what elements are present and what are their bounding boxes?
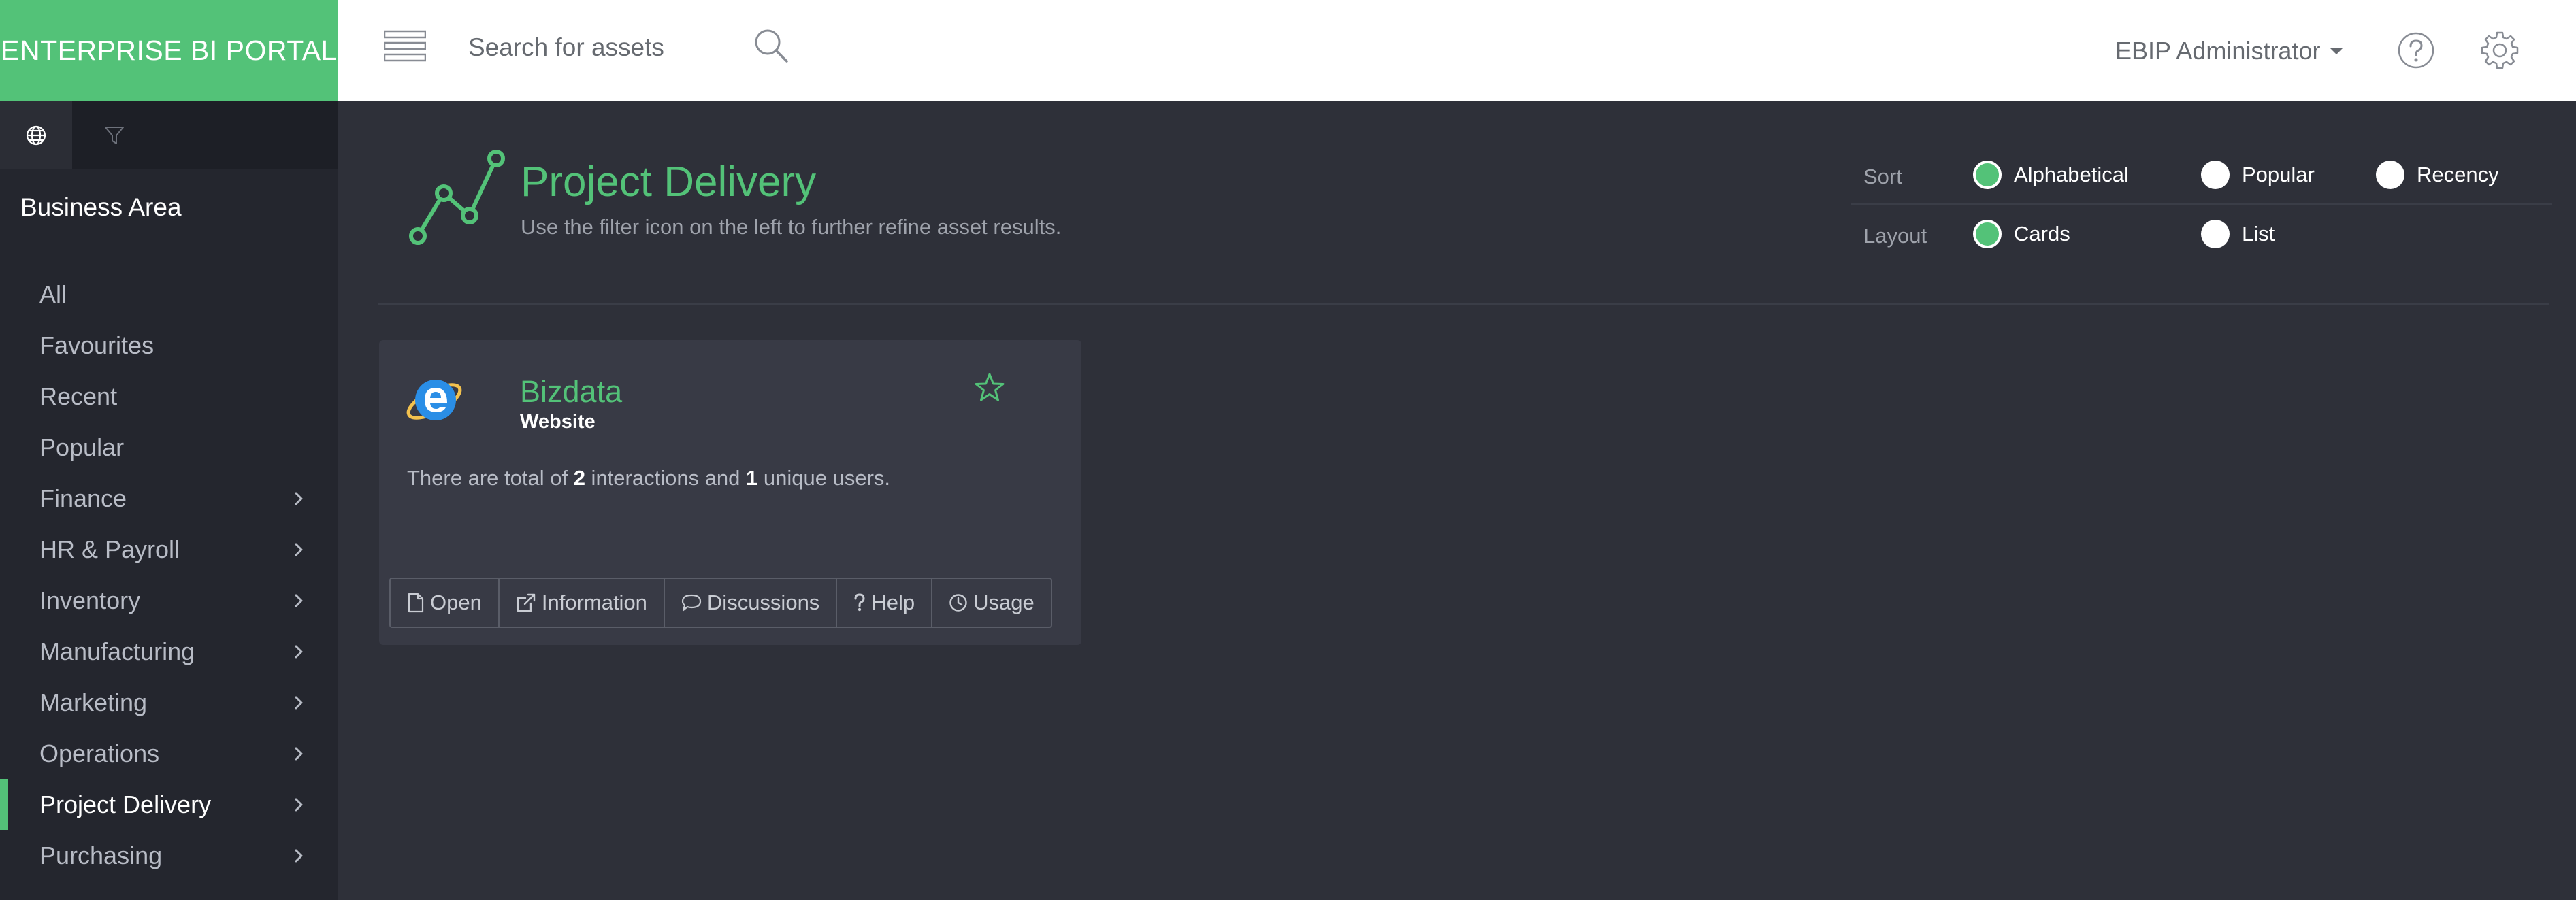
asset-actions: Open Information Discussions Help Usage [389, 578, 1052, 628]
chevron-right-icon [295, 696, 303, 710]
question-icon [854, 593, 865, 612]
radio-dot [2201, 161, 2230, 189]
chevron-right-icon [295, 543, 303, 556]
asset-type: Website [520, 411, 596, 433]
user-menu[interactable]: EBIP Administrator [2115, 34, 2344, 68]
asset-stats: There are total of 2 interactions and 1 … [407, 466, 890, 490]
help-icon[interactable] [2397, 31, 2435, 69]
radio-label: Recency [2417, 163, 2499, 186]
stats-prefix: There are total of [407, 466, 574, 490]
globe-icon[interactable] [0, 101, 72, 169]
sidebar: Business Area All Favourites Recent Popular… [0, 101, 338, 900]
sidebar-item-purchasing[interactable]: Purchasing [0, 830, 338, 881]
asset-card: Bizdata Website There are total of 2 int… [379, 340, 1081, 645]
information-label: Information [541, 590, 647, 614]
sidebar-item-label: Recent [39, 382, 118, 410]
radio-label: Cards [2014, 222, 2070, 246]
sidebar-item-manufacturing[interactable]: Manufacturing [0, 626, 338, 677]
sidebar-item-marketing[interactable]: Marketing [0, 677, 338, 728]
line-chart-icon [406, 146, 508, 248]
top-bar: ENTERPRISE BI PORTAL EBIP Administrator [0, 0, 2576, 101]
information-button[interactable]: Information [500, 579, 665, 627]
open-label: Open [430, 590, 482, 614]
interaction-count: 2 [573, 466, 585, 490]
filter-icon[interactable] [72, 101, 157, 169]
usage-button[interactable]: Usage [932, 579, 1051, 627]
page-subtitle: Use the filter icon on the left to furth… [521, 215, 1062, 239]
layout-label: Layout [1863, 224, 1927, 248]
radio-label: List [2242, 222, 2275, 246]
search-icon[interactable] [753, 27, 789, 64]
sidebar-item-popular[interactable]: Popular [0, 422, 338, 473]
sidebar-item-project-delivery[interactable]: Project Delivery [0, 779, 338, 830]
stats-middle: interactions and [585, 466, 747, 490]
search-input[interactable] [468, 26, 727, 69]
usage-label: Usage [973, 590, 1034, 614]
sidebar-item-label: All [39, 280, 67, 308]
sidebar-item-recent[interactable]: Recent [0, 371, 338, 422]
sidebar-heading: Business Area [20, 193, 182, 221]
radio-label: Alphabetical [2014, 163, 2129, 186]
sidebar-item-favourites[interactable]: Favourites [0, 320, 338, 371]
layout-cards-radio[interactable]: Cards [1973, 218, 2070, 250]
page-title: Project Delivery [521, 159, 817, 205]
radio-dot [1973, 220, 2002, 248]
comment-icon [681, 594, 702, 612]
unique-user-count: 1 [746, 466, 758, 490]
sidebar-item-hr-and-payroll[interactable]: HR & Payroll [0, 524, 338, 575]
sidebar-item-label: Marketing [39, 688, 148, 716]
sidebar-item-label: Operations [39, 739, 160, 767]
layout-row: Layout Cards List [1851, 205, 2552, 264]
discussions-label: Discussions [706, 590, 820, 614]
sidebar-item-label: HR & Payroll [39, 535, 180, 563]
sidebar-item-label: Favourites [39, 331, 154, 359]
menu-icon[interactable] [384, 30, 426, 63]
sidebar-tabs [0, 101, 338, 169]
sort-alphabetical-radio[interactable]: Alphabetical [1973, 159, 2129, 190]
stats-suffix: unique users. [757, 466, 891, 490]
radio-dot [2376, 161, 2404, 189]
clock-icon [949, 594, 967, 612]
radio-label: Popular [2242, 163, 2315, 186]
file-icon [408, 593, 424, 613]
sidebar-list: All Favourites Recent Popular Finance HR & Pa… [0, 269, 338, 881]
internet-explorer-icon [404, 369, 465, 430]
sort-popular-radio[interactable]: Popular [2201, 159, 2315, 190]
help-label: Help [871, 590, 915, 614]
sidebar-item-all[interactable]: All [0, 269, 338, 320]
chevron-right-icon [295, 492, 303, 505]
sort-label: Sort [1863, 165, 1902, 188]
external-link-icon [517, 593, 536, 612]
layout-list-radio[interactable]: List [2201, 218, 2275, 250]
chevron-right-icon [295, 798, 303, 812]
sidebar-item-inventory[interactable]: Inventory [0, 575, 338, 626]
sidebar-item-label: Popular [39, 433, 125, 461]
discussions-button[interactable]: Discussions [665, 579, 838, 627]
sidebar-item-operations[interactable]: Operations [0, 728, 338, 779]
gear-icon[interactable] [2479, 30, 2520, 71]
sidebar-item-label: Purchasing [39, 841, 163, 869]
favourite-star-icon[interactable] [973, 371, 1006, 404]
help-button[interactable]: Help [837, 579, 933, 627]
chevron-right-icon [295, 747, 303, 761]
caret-down-icon [2330, 48, 2344, 54]
asset-title[interactable]: Bizdata [520, 374, 622, 410]
open-button[interactable]: Open [391, 579, 500, 627]
brand-logo[interactable]: ENTERPRISE BI PORTAL [0, 0, 338, 101]
sort-row: Sort Alphabetical Popular Recency [1851, 146, 2552, 205]
sidebar-item-label: Manufacturing [39, 637, 195, 665]
chevron-right-icon [295, 594, 303, 607]
user-name: EBIP Administrator [2115, 37, 2321, 65]
sidebar-item-label: Finance [39, 484, 127, 512]
sort-recency-radio[interactable]: Recency [2376, 159, 2499, 190]
header-divider [378, 303, 2549, 305]
view-options: Sort Alphabetical Popular Recency Layout… [1851, 146, 2552, 264]
sidebar-item-label: Project Delivery [39, 790, 212, 818]
radio-dot [1973, 161, 2002, 189]
chevron-right-icon [295, 645, 303, 659]
chevron-right-icon [295, 849, 303, 863]
sidebar-item-label: Inventory [39, 586, 141, 614]
radio-dot [2201, 220, 2230, 248]
sidebar-item-finance[interactable]: Finance [0, 473, 338, 524]
